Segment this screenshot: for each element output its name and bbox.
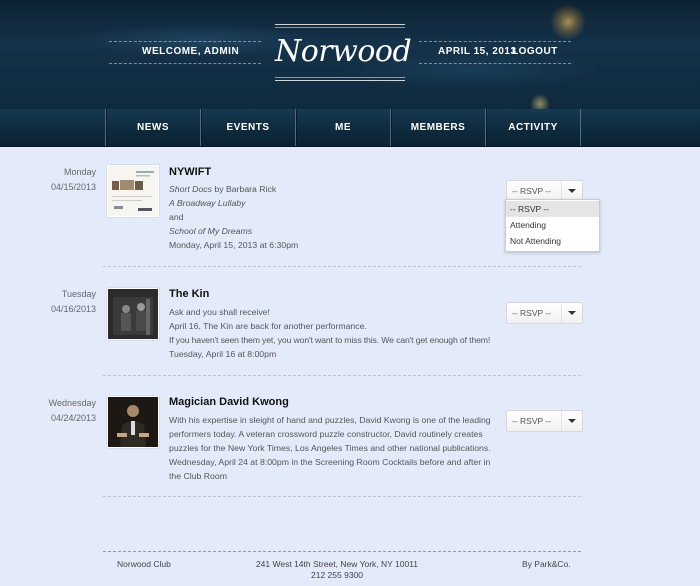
- event-thumbnail[interactable]: [107, 396, 159, 448]
- nav-item-events[interactable]: EVENTS: [200, 109, 295, 146]
- event-date: Tuesday 04/16/2013: [0, 287, 96, 317]
- event-time: Monday, April 15, 2013 at 6:30pm: [169, 239, 299, 250]
- event-title[interactable]: NYWIFT: [169, 166, 211, 178]
- chevron-down-icon[interactable]: [561, 411, 582, 431]
- event-film-title: Short Docs: [169, 184, 212, 194]
- nav-item-activity[interactable]: ACTIVITY: [485, 109, 580, 146]
- rsvp-value: -- RSVP --: [512, 416, 552, 426]
- event-date-value: 04/15/2013: [50, 182, 96, 192]
- logo[interactable]: Norwood: [275, 24, 412, 82]
- event-text: If you haven't seen them yet, you won't …: [169, 334, 491, 345]
- event-day: Monday: [63, 167, 96, 177]
- event-film-title: A Broadway Lullaby: [169, 197, 246, 208]
- rsvp-option[interactable]: -- RSVP --: [506, 201, 599, 217]
- divider: [103, 266, 581, 267]
- rsvp-select[interactable]: -- RSVP --: [506, 410, 583, 432]
- footer-credit: By Park&Co.: [522, 559, 571, 569]
- magician-photo: [108, 397, 158, 447]
- current-date: APRIL 15, 2013: [438, 46, 517, 57]
- event-date-value: 04/16/2013: [50, 304, 96, 314]
- event-date: Monday 04/15/2013: [0, 165, 96, 195]
- divider: [103, 375, 581, 376]
- footer-credit-prefix: By: [522, 559, 535, 569]
- event-description: Ask and you shall receive! April 16, The…: [169, 306, 509, 362]
- header-rule: [109, 41, 261, 42]
- footer-address: 241 West 14th Street, New York, NY 10011: [255, 559, 419, 569]
- welcome-text: WELCOME, ADMIN: [142, 46, 240, 57]
- event-text: and: [169, 211, 184, 222]
- logo-text: Norwood: [275, 34, 412, 69]
- nav-item-news[interactable]: NEWS: [105, 109, 200, 146]
- event-description: Short Docs by Barbara Rick A Broadway Lu…: [169, 183, 504, 253]
- chevron-down-icon[interactable]: [561, 181, 582, 201]
- footer-credit-link[interactable]: Park&Co.: [534, 559, 570, 569]
- event-description: With his expertise in sleight of hand an…: [169, 415, 491, 481]
- event-text: Ask and you shall receive!: [169, 307, 270, 317]
- event-text: April 16, The Kin are back for another p…: [169, 320, 367, 331]
- event-date-value: 04/24/2013: [50, 413, 96, 423]
- header-rule: [109, 63, 261, 64]
- divider: [103, 496, 581, 497]
- header-rule: [419, 63, 571, 64]
- logout-link[interactable]: LOGOUT: [512, 46, 558, 57]
- nav-item-me[interactable]: ME: [295, 109, 390, 146]
- nav-divider: [580, 109, 581, 146]
- event-day: Tuesday: [61, 289, 96, 299]
- main-nav: NEWS EVENTS ME MEMBERS ACTIVITY: [0, 109, 700, 147]
- footer-club-name: Norwood Club: [117, 559, 171, 569]
- event-day: Wednesday: [48, 398, 96, 408]
- rsvp-option-not-attending[interactable]: Not Attending: [506, 233, 599, 249]
- rsvp-select[interactable]: -- RSVP --: [506, 302, 583, 324]
- header-rule: [419, 41, 571, 42]
- event-title[interactable]: The Kin: [169, 288, 209, 300]
- event-date: Wednesday 04/24/2013: [0, 396, 96, 426]
- flyer-image: [108, 166, 158, 216]
- event-film-title: School of My Dreams: [169, 225, 253, 236]
- rsvp-value: -- RSVP --: [512, 186, 552, 196]
- chevron-down-icon[interactable]: [561, 303, 582, 323]
- event-thumbnail[interactable]: [107, 165, 159, 217]
- rsvp-dropdown: -- RSVP -- Attending Not Attending: [505, 199, 600, 252]
- footer-rule: [103, 551, 581, 552]
- event-thumbnail[interactable]: [107, 288, 159, 340]
- rsvp-option-attending[interactable]: Attending: [506, 217, 599, 233]
- event-title[interactable]: Magician David Kwong: [169, 396, 289, 408]
- footer-phone: 212 255 9300: [311, 570, 363, 580]
- header-banner: WELCOME, ADMIN Norwood APRIL 15, 2013 LO…: [0, 0, 700, 109]
- nav-item-members[interactable]: MEMBERS: [390, 109, 485, 146]
- footer-address-block: 241 West 14th Street, New York, NY 10011…: [232, 559, 442, 581]
- band-photo: [108, 289, 158, 339]
- event-time: Tuesday, April 16 at 8:00pm: [169, 348, 277, 359]
- rsvp-value: -- RSVP --: [512, 308, 552, 318]
- event-text: by Barbara Rick: [211, 184, 277, 194]
